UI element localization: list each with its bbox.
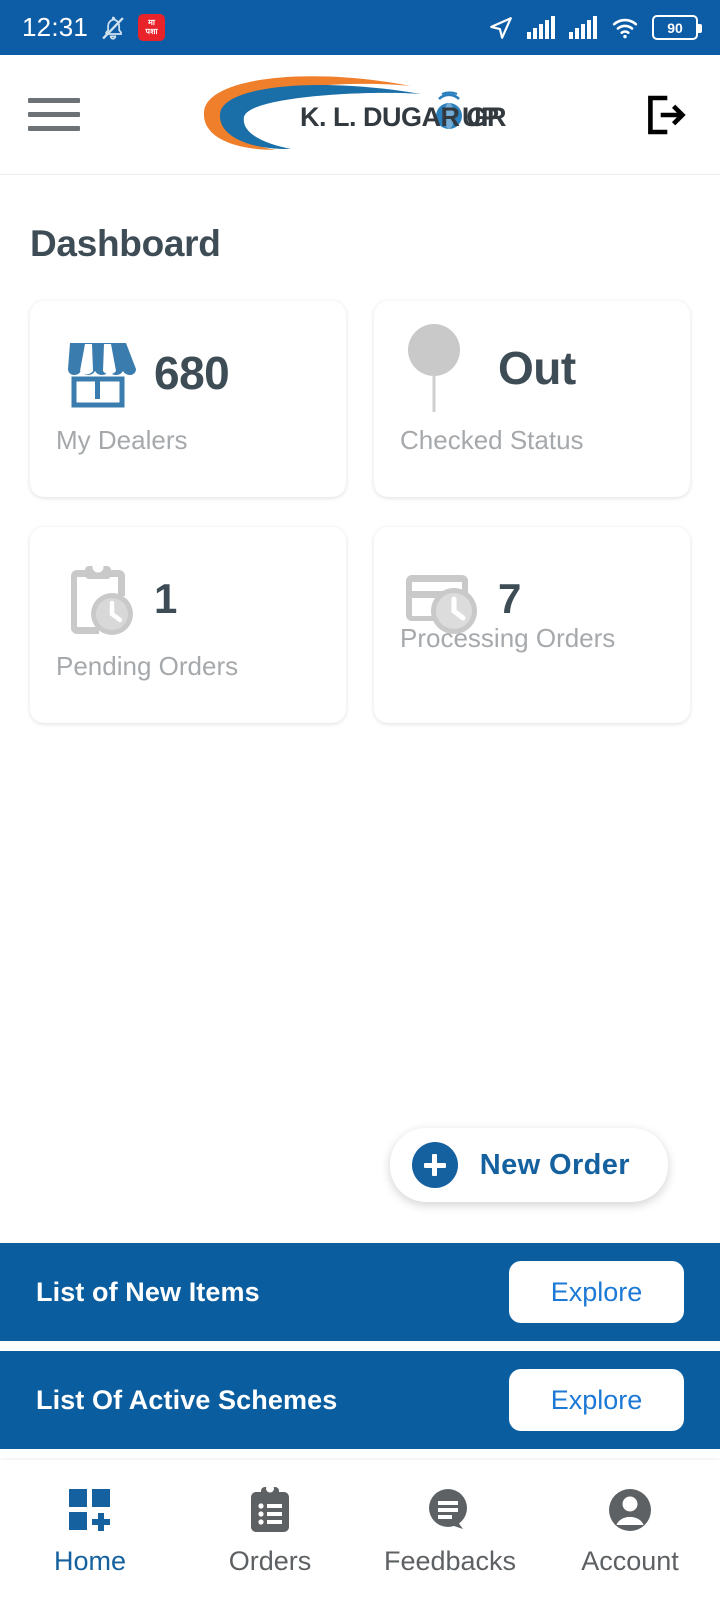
stat-label: Checked Status: [400, 425, 584, 455]
logout-glyph: [648, 95, 686, 134]
red-notification-badge: मा पशा: [138, 14, 166, 41]
banner-title: List of New Items: [36, 1276, 260, 1307]
nav-label: Orders: [228, 1545, 312, 1576]
hamburger-menu-icon[interactable]: [28, 98, 80, 131]
stat-card-pending-orders[interactable]: 1 Pending Orders: [30, 527, 346, 723]
stat-label: Pending Orders: [56, 651, 239, 681]
promo-banners: List of New Items Explore List Of Active…: [0, 1243, 720, 1459]
hamburger-bar: [28, 112, 80, 117]
stat-value: Out: [498, 342, 576, 394]
stat-value: 1: [154, 575, 177, 622]
explore-new-items-button[interactable]: Explore: [509, 1261, 684, 1323]
bell-muted-icon: [102, 16, 124, 40]
nav-item-account[interactable]: Account: [540, 1484, 720, 1577]
stat-card-header: Out: [400, 324, 664, 419]
badge-line-2: पशा: [145, 26, 158, 36]
dashboard-page: Dashboard 680 My Dealers Out Checked Sta…: [0, 223, 720, 723]
stat-card-header: 680: [56, 327, 320, 419]
hamburger-bar: [28, 98, 80, 103]
status-bar-clock: 12:31: [22, 12, 89, 42]
battery-indicator: 90: [652, 15, 702, 40]
bottom-navigation: Home Orders Feedbacks Account: [0, 1460, 720, 1600]
nav-item-feedbacks[interactable]: Feedbacks: [360, 1484, 540, 1577]
hamburger-bar: [28, 126, 80, 131]
logo-graphic: K. L. DUGAR GR UP: [203, 75, 507, 150]
logo-text-right: UP: [462, 102, 499, 132]
stat-label: My Dealers: [56, 425, 188, 455]
stat-value: 7: [498, 575, 521, 622]
app-logo: K. L. DUGAR GR UP K. L. DUGAR GROUP: [196, 70, 526, 160]
nav-item-home[interactable]: Home: [0, 1484, 180, 1577]
status-bar: 12:31 मा पशा 90: [0, 0, 720, 55]
clipboard-list-icon: [247, 1484, 293, 1536]
new-order-label: New Order: [479, 1148, 630, 1181]
stat-label: Processing Orders: [400, 623, 616, 653]
user-circle-icon: [606, 1484, 654, 1536]
signal-bars-icon: [527, 15, 555, 39]
banner-title: List Of Active Schemes: [36, 1384, 338, 1415]
grid-plus-icon: [65, 1484, 115, 1536]
stat-card-header: 1: [56, 553, 320, 645]
plus-circle-icon: [411, 1142, 458, 1188]
nav-label: Feedbacks: [383, 1545, 517, 1576]
nav-label: Account: [581, 1545, 679, 1576]
signal-bars-2-icon: [569, 15, 597, 39]
storefront-icon: [56, 331, 140, 415]
nav-item-orders[interactable]: Orders: [180, 1484, 360, 1577]
page-title: Dashboard: [30, 223, 221, 264]
status-pin-icon: [400, 324, 484, 412]
stat-card-my-dealers[interactable]: 680 My Dealers: [30, 301, 346, 497]
status-bar-left: 12:31 मा पशा: [22, 12, 166, 43]
banner-active-schemes[interactable]: List Of Active Schemes Explore: [0, 1351, 720, 1449]
logout-icon[interactable]: [636, 87, 692, 143]
banner-new-items[interactable]: List of New Items Explore: [0, 1243, 720, 1341]
stat-value: 680: [154, 347, 230, 399]
status-bar-right: 90: [488, 15, 702, 41]
new-order-fab[interactable]: New Order: [389, 1128, 668, 1202]
chat-bubble-icon: [425, 1484, 475, 1536]
wifi-icon: [612, 18, 638, 38]
stat-card-checked-status[interactable]: Out Checked Status: [374, 301, 690, 497]
app-header: K. L. DUGAR GR UP K. L. DUGAR GROUP: [0, 55, 720, 175]
stat-cards-grid: 680 My Dealers Out Checked Status 1 Pend…: [30, 301, 690, 723]
location-arrow-icon: [490, 16, 512, 39]
battery-level: 90: [667, 19, 683, 36]
nav-label: Home: [53, 1545, 127, 1576]
stat-card-processing-orders[interactable]: 7 Processing Orders: [374, 527, 690, 723]
explore-active-schemes-button[interactable]: Explore: [509, 1369, 684, 1431]
clipboard-clock-icon: [56, 557, 140, 641]
